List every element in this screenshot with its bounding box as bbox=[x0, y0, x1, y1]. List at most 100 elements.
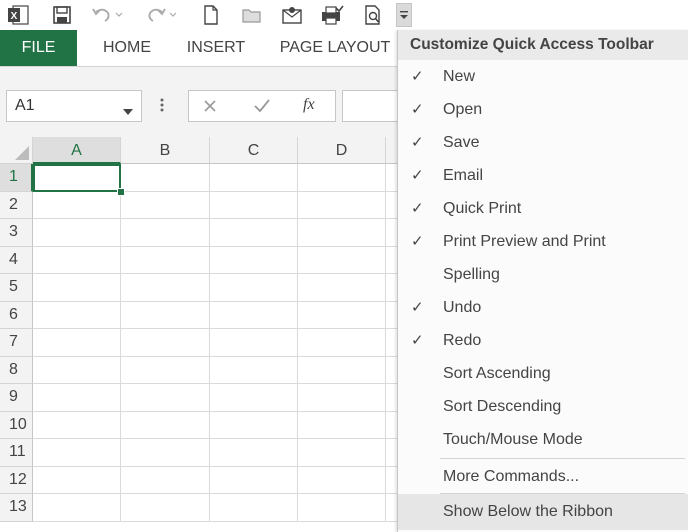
grid-cell[interactable] bbox=[298, 274, 386, 302]
column-header-b[interactable]: B bbox=[121, 137, 210, 164]
menu-item-undo[interactable]: ✓ Undo bbox=[398, 291, 688, 324]
row-header-3[interactable]: 3 bbox=[0, 219, 33, 247]
grid-cell[interactable] bbox=[33, 301, 121, 329]
menu-item-sort-ascending[interactable]: Sort Ascending bbox=[398, 357, 688, 390]
menu-item-quick-print[interactable]: ✓ Quick Print bbox=[398, 192, 688, 225]
quick-print-icon[interactable] bbox=[320, 3, 344, 27]
more-options-icon[interactable] bbox=[160, 97, 164, 118]
grid-cell[interactable] bbox=[210, 274, 298, 302]
grid-cell[interactable] bbox=[298, 384, 386, 412]
redo-icon[interactable] bbox=[144, 3, 168, 27]
excel-logo-icon[interactable]: X bbox=[6, 3, 30, 27]
grid-cell[interactable] bbox=[33, 191, 121, 219]
column-header-c[interactable]: C bbox=[210, 137, 298, 164]
grid-cell[interactable] bbox=[298, 356, 386, 384]
grid-cell[interactable] bbox=[210, 191, 298, 219]
menu-item-email[interactable]: ✓ Email bbox=[398, 159, 688, 192]
grid-cell[interactable] bbox=[121, 301, 210, 329]
show-below-ribbon-item[interactable]: Show Below the Ribbon bbox=[398, 494, 688, 530]
grid-cell[interactable] bbox=[33, 246, 121, 274]
tab-page-layout[interactable]: PAGE LAYOUT bbox=[272, 30, 398, 66]
row-header-13[interactable]: 13 bbox=[0, 494, 33, 522]
grid-cell[interactable] bbox=[298, 466, 386, 494]
grid-cell[interactable] bbox=[33, 274, 121, 302]
grid-cell[interactable] bbox=[121, 411, 210, 439]
row-header-9[interactable]: 9 bbox=[0, 384, 33, 412]
menu-item-redo[interactable]: ✓ Redo bbox=[398, 324, 688, 357]
menu-item-spelling[interactable]: Spelling bbox=[398, 258, 688, 291]
menu-item-new[interactable]: ✓ New bbox=[398, 60, 688, 93]
select-all-corner[interactable] bbox=[0, 137, 33, 164]
menu-item-touch-mouse-mode[interactable]: Touch/Mouse Mode bbox=[398, 423, 688, 456]
cancel-icon[interactable] bbox=[203, 99, 217, 118]
grid-cell[interactable] bbox=[121, 356, 210, 384]
grid-cell[interactable] bbox=[33, 494, 121, 522]
row-header-2[interactable]: 2 bbox=[0, 191, 33, 219]
grid-cell[interactable] bbox=[121, 191, 210, 219]
grid-cell[interactable] bbox=[210, 439, 298, 467]
grid-cell[interactable] bbox=[121, 329, 210, 357]
grid-cell[interactable] bbox=[121, 219, 210, 247]
active-cell[interactable] bbox=[33, 164, 121, 192]
grid-cell[interactable] bbox=[298, 411, 386, 439]
undo-icon[interactable] bbox=[90, 3, 114, 27]
row-header-4[interactable]: 4 bbox=[0, 246, 33, 274]
row-header-10[interactable]: 10 bbox=[0, 411, 33, 439]
grid-cell[interactable] bbox=[33, 219, 121, 247]
name-box[interactable]: A1 bbox=[6, 90, 142, 122]
row-header-11[interactable]: 11 bbox=[0, 439, 33, 467]
grid-cell[interactable] bbox=[121, 466, 210, 494]
tab-file[interactable]: FILE bbox=[0, 30, 77, 66]
menu-item-open[interactable]: ✓ Open bbox=[398, 93, 688, 126]
row-header-8[interactable]: 8 bbox=[0, 356, 33, 384]
grid-cell[interactable] bbox=[298, 439, 386, 467]
row-header-12[interactable]: 12 bbox=[0, 466, 33, 494]
grid-cell[interactable] bbox=[33, 466, 121, 494]
grid-cell[interactable] bbox=[210, 164, 298, 192]
grid-cell[interactable] bbox=[121, 439, 210, 467]
tab-home[interactable]: HOME bbox=[92, 30, 162, 66]
menu-item-save[interactable]: ✓ Save bbox=[398, 126, 688, 159]
grid-cell[interactable] bbox=[210, 466, 298, 494]
grid-cell[interactable] bbox=[210, 329, 298, 357]
grid-cell[interactable] bbox=[298, 494, 386, 522]
formula-input[interactable] bbox=[342, 90, 402, 122]
row-header-1[interactable]: 1 bbox=[0, 164, 33, 192]
email-icon[interactable] bbox=[280, 3, 304, 27]
grid-cell[interactable] bbox=[121, 274, 210, 302]
grid-cell[interactable] bbox=[298, 301, 386, 329]
grid-cell[interactable] bbox=[298, 329, 386, 357]
tab-insert[interactable]: INSERT bbox=[180, 30, 252, 66]
row-header-6[interactable]: 6 bbox=[0, 301, 33, 329]
enter-checkmark-icon[interactable] bbox=[253, 98, 271, 119]
grid-cell[interactable] bbox=[33, 329, 121, 357]
row-header-5[interactable]: 5 bbox=[0, 274, 33, 302]
grid-cell[interactable] bbox=[33, 439, 121, 467]
grid-cell[interactable] bbox=[33, 356, 121, 384]
grid-cell[interactable] bbox=[298, 191, 386, 219]
grid-cell[interactable] bbox=[210, 219, 298, 247]
chevron-down-icon[interactable] bbox=[123, 102, 133, 120]
grid-cell[interactable] bbox=[121, 164, 210, 192]
grid-cell[interactable] bbox=[298, 246, 386, 274]
column-header-a[interactable]: A bbox=[33, 137, 121, 164]
grid-cell[interactable] bbox=[121, 246, 210, 274]
grid-cell[interactable] bbox=[210, 246, 298, 274]
column-header-d[interactable]: D bbox=[298, 137, 386, 164]
new-document-icon[interactable] bbox=[199, 3, 223, 27]
grid-cell[interactable] bbox=[210, 356, 298, 384]
grid-cell[interactable] bbox=[210, 384, 298, 412]
insert-function-icon[interactable]: fx bbox=[303, 96, 315, 114]
grid-cell[interactable] bbox=[298, 164, 386, 192]
open-folder-icon[interactable] bbox=[240, 3, 264, 27]
redo-dropdown-icon[interactable] bbox=[167, 3, 179, 27]
customize-dropdown-icon[interactable] bbox=[396, 3, 412, 27]
grid-cell[interactable] bbox=[298, 219, 386, 247]
grid-cell[interactable] bbox=[121, 494, 210, 522]
undo-dropdown-icon[interactable] bbox=[113, 3, 125, 27]
print-preview-icon[interactable] bbox=[361, 3, 385, 27]
more-commands-item[interactable]: More Commands... bbox=[398, 460, 688, 493]
grid-cell[interactable] bbox=[210, 494, 298, 522]
menu-item-sort-descending[interactable]: Sort Descending bbox=[398, 390, 688, 423]
save-icon[interactable] bbox=[50, 3, 74, 27]
